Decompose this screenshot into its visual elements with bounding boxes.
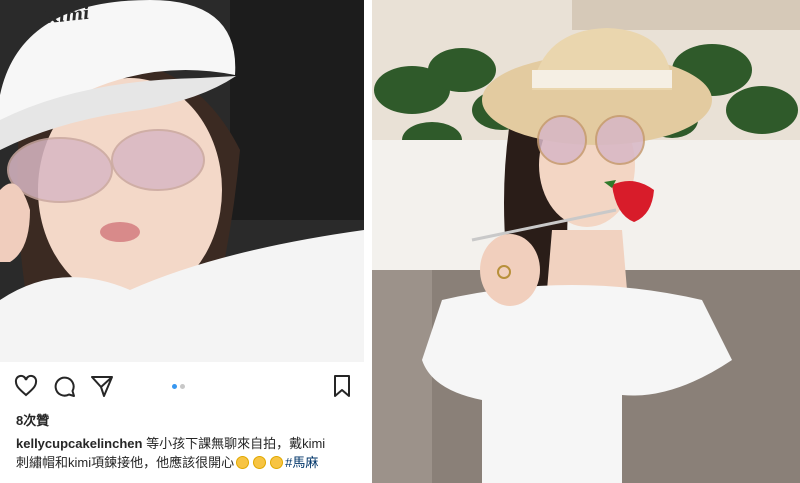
- carousel-dot-active: [172, 384, 177, 389]
- comment-icon[interactable]: [52, 374, 76, 398]
- strawberry-photo-art: [372, 0, 800, 483]
- caption-text-line1: 等小孩下課無聊來自拍，戴kimi: [142, 436, 326, 451]
- strawberry-photo: [372, 0, 800, 483]
- carousel-dot: [180, 384, 185, 389]
- instagram-post: Kimi 8次贊 kellycupcakelinchen 等小孩下課無聊來自拍，…: [0, 0, 364, 483]
- username-link[interactable]: kellycupcakelinchen: [16, 436, 142, 451]
- post-photo[interactable]: Kimi: [0, 0, 364, 362]
- send-icon[interactable]: [90, 374, 114, 398]
- post-caption: kellycupcakelinchen 等小孩下課無聊來自拍，戴kimi 刺繡帽…: [16, 434, 356, 472]
- carousel-indicator: [172, 384, 185, 389]
- hashtag-link[interactable]: #馬麻: [285, 455, 318, 470]
- emoji-icon: [270, 456, 284, 469]
- heart-icon[interactable]: [14, 374, 38, 398]
- emoji-icon: [253, 456, 267, 469]
- like-count[interactable]: 8次贊: [16, 410, 49, 429]
- selfie-photo: [0, 0, 364, 362]
- bookmark-icon[interactable]: [330, 374, 354, 398]
- emoji-icon: [236, 456, 250, 469]
- image-divider: [364, 0, 372, 483]
- caption-text-line2: 刺繡帽和kimi項鍊接他，他應該很開心: [16, 455, 235, 470]
- action-bar: [0, 362, 364, 408]
